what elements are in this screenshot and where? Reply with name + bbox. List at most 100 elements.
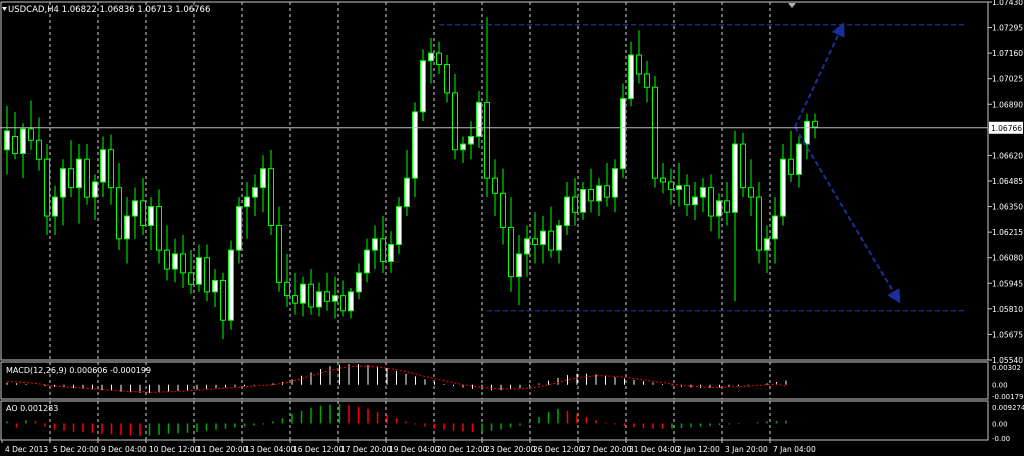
candle-body-bull [404, 177, 410, 208]
candle-body-bull [596, 185, 602, 202]
projection-arrow-up [794, 22, 845, 128]
time-tick-label: 10 Dec 12:00 [149, 445, 200, 454]
candle-body-bull [732, 143, 738, 213]
candle-body-bear [684, 185, 690, 206]
candle-body-bull [780, 158, 786, 217]
candle-body-bull [764, 238, 770, 251]
panel-menu-icon [2, 7, 7, 11]
candle-body-bear [492, 177, 498, 194]
ao-series [6, 404, 787, 436]
price-tick-label: 1.06485 [992, 177, 1023, 186]
chart-canvas: 1.07430 1.07295 1.07160 1.07025 1.06890 1.067… [0, 0, 1024, 454]
candle-body-bull [772, 215, 778, 240]
candle-body-bull [524, 238, 530, 255]
candle-body-bear [588, 189, 594, 202]
candle-body-bear [436, 52, 442, 66]
candle-body-bear [636, 54, 642, 75]
candle-body-bull [364, 249, 370, 274]
candle-body-bull [692, 196, 698, 206]
candle-body-bull [476, 101, 482, 137]
candle-body-bear [164, 249, 170, 270]
candle-body-bear [756, 196, 762, 251]
candle-body-bull [796, 143, 802, 175]
candle-body-bull [4, 130, 10, 151]
candle-body-bear [484, 101, 490, 179]
candle-body-bear [660, 177, 666, 183]
candle-body-bear [204, 257, 210, 293]
candle-body-bull [468, 135, 474, 145]
candle-body-bull [700, 187, 706, 198]
macd-panel-label: MACD(12,26,9) 0.000606 -0.000199 [6, 366, 151, 375]
candle-body-bull [348, 291, 354, 312]
candle-body-bull [620, 98, 626, 170]
candle-body-bear [708, 187, 714, 217]
candle-body-bull [252, 187, 258, 198]
candle-body-bear [812, 120, 818, 128]
candle-body-bear [156, 206, 162, 251]
candle-body-bear [308, 283, 314, 308]
candle-body-bull [516, 253, 522, 278]
candle-body-bull [148, 206, 154, 227]
candle-body-bear [644, 73, 650, 88]
macd-tick-label: -0.00179 [992, 393, 1023, 401]
price-tick-label: 1.05810 [992, 305, 1023, 314]
macd-tick-label: 0.00302 [992, 364, 1021, 372]
price-tick-label: 1.07025 [992, 75, 1023, 84]
time-tick-label: 2 Jan 12:00 [677, 445, 720, 454]
candle-body-bear [84, 158, 90, 198]
candle-body-bear [500, 192, 506, 228]
time-tick-label: 23 Dec 20:00 [485, 445, 536, 454]
time-tick-label: 17 Dec 20:00 [341, 445, 392, 454]
current-price-label: 1.06766 [991, 124, 1022, 133]
candle-body-bear [452, 92, 458, 151]
price-tick-label: 1.06215 [992, 228, 1023, 237]
candle-body-bull [212, 279, 218, 293]
price-tick-label: 1.05945 [992, 279, 1023, 288]
time-tick-label: 16 Dec 12:00 [293, 445, 344, 454]
candle-body-bull [356, 272, 362, 293]
price-tick-label: 1.07160 [992, 49, 1023, 58]
time-tick-label: 4 Dec 2013 [5, 445, 48, 454]
candle-body-bear [284, 281, 290, 297]
time-tick-label: 11 Dec 20:00 [197, 445, 248, 454]
candle-body-bull [260, 168, 266, 189]
candle-body-bear [44, 158, 50, 217]
candle-body-bear [324, 291, 330, 302]
candle-body-bear [724, 200, 730, 213]
candle-body-bear [572, 196, 578, 213]
candle-body-bull [60, 168, 66, 198]
candle-body-bear [108, 149, 114, 189]
candle-body-bull [300, 283, 306, 304]
candle-body-bull [228, 249, 234, 321]
price-tick-label: 1.05675 [992, 330, 1023, 339]
candle-body-bull [196, 257, 202, 285]
candle-body-bear [652, 86, 658, 179]
candle-body-bull [124, 215, 130, 240]
candle-body-bear [740, 143, 746, 189]
candle-body-bear [28, 128, 34, 141]
price-tick-label: 1.06080 [992, 254, 1023, 263]
candle-body-bull [244, 196, 250, 208]
candle-body-bull [52, 196, 58, 217]
candle-body-bull [564, 196, 570, 227]
candle-body-bull [372, 238, 378, 251]
time-tick-label: 7 Jan 04:00 [773, 445, 816, 454]
candle-body-bull [132, 200, 138, 217]
candle-body-bear [36, 139, 42, 160]
candle-body-bull [420, 60, 426, 113]
ao-tick-label: 0.009274 [992, 404, 1024, 412]
candle-body-bear [548, 230, 554, 251]
price-tick-label: 1.06620 [992, 151, 1023, 160]
price-tick-label: 1.07430 [992, 0, 1023, 7]
candle-body-bull [172, 253, 178, 270]
candle-body-bull [236, 206, 242, 251]
candle-body-bear [604, 185, 610, 198]
candle-body-bull [332, 295, 338, 302]
candle-body-bull [556, 225, 562, 251]
shift-marker-icon [788, 3, 796, 8]
candle-body-bear [668, 181, 674, 191]
ao-tick-label: 0.00 [992, 420, 1008, 428]
time-tick-label: 27 Dec 20:00 [581, 445, 632, 454]
candle-body-bull [612, 168, 618, 198]
candle-body-bull [460, 143, 466, 151]
